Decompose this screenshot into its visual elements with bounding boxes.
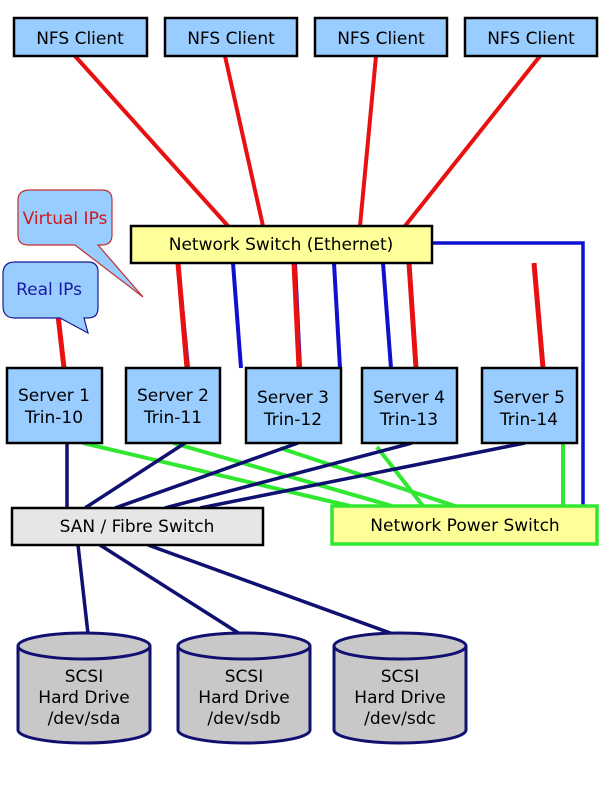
client-link-4 xyxy=(403,54,542,228)
svg-text:Trin-13: Trin-13 xyxy=(379,410,438,430)
virtual-ips-label: Virtual IPs xyxy=(23,209,108,229)
hard-drive-3: SCSI Hard Drive /dev/sdc xyxy=(332,631,468,745)
client-link-3 xyxy=(358,55,378,227)
network-power-switch: Network Power Switch xyxy=(330,504,599,546)
svg-text:Trin-12: Trin-12 xyxy=(263,410,322,430)
svg-text:Server 3: Server 3 xyxy=(257,388,329,408)
svg-text:Server 5: Server 5 xyxy=(493,388,565,408)
svg-text:SAN / Fibre Switch: SAN / Fibre Switch xyxy=(60,517,215,537)
server-1: Server 1Trin-10 xyxy=(5,366,104,445)
real-ip-link-4 xyxy=(332,262,342,369)
power-link-4 xyxy=(375,445,425,508)
nfs-client-4: NFS Client xyxy=(463,16,599,58)
svg-text:Hard Drive: Hard Drive xyxy=(198,688,289,708)
connections xyxy=(49,54,585,636)
virtual-ip-link-3 xyxy=(291,262,302,369)
svg-text:NFS Client: NFS Client xyxy=(187,29,275,49)
hard-drive-1: SCSI Hard Drive /dev/sda xyxy=(16,631,152,745)
svg-text:Network Power Switch: Network Power Switch xyxy=(370,516,559,536)
svg-text:NFS Client: NFS Client xyxy=(487,29,575,49)
svg-text:/dev/sda: /dev/sda xyxy=(48,709,121,729)
server-5: Server 5Trin-14 xyxy=(480,366,579,445)
virtual-ip-link-5 xyxy=(531,262,546,369)
svg-text:Hard Drive: Hard Drive xyxy=(354,688,445,708)
power-link-1 xyxy=(82,441,351,508)
drive-link-3 xyxy=(147,543,394,636)
real-ip-link-5 xyxy=(381,262,393,369)
svg-text:Trin-14: Trin-14 xyxy=(499,410,558,430)
svg-text:Trin-10: Trin-10 xyxy=(24,408,83,428)
drives: SCSI Hard Drive /dev/sda SCSI Hard Drive… xyxy=(16,631,468,745)
svg-text:Trin-11: Trin-11 xyxy=(143,408,202,428)
server-3: Server 3Trin-12 xyxy=(244,366,343,445)
svg-text:Server 1: Server 1 xyxy=(18,386,90,406)
svg-text:Network Switch (Ethernet): Network Switch (Ethernet) xyxy=(169,235,394,255)
server-4: Server 4Trin-13 xyxy=(360,366,459,445)
hard-drive-2: SCSI Hard Drive /dev/sdb xyxy=(176,631,312,745)
svg-text:Server 4: Server 4 xyxy=(373,388,445,408)
server-2: Server 2Trin-11 xyxy=(124,366,222,445)
client-link-2 xyxy=(223,55,265,227)
real-ip-link-2 xyxy=(231,262,243,369)
svg-text:NFS Client: NFS Client xyxy=(36,29,124,49)
real-ips-label: Real IPs xyxy=(16,280,82,300)
virtual-ip-link-2 xyxy=(175,262,190,369)
virtual-ip-link-4 xyxy=(406,262,419,369)
nfs-client-3: NFS Client xyxy=(313,16,449,58)
svg-text:SCSI: SCSI xyxy=(381,667,419,687)
fibre-link-2 xyxy=(84,441,186,510)
svg-text:SCSI: SCSI xyxy=(225,667,263,687)
svg-text:Hard Drive: Hard Drive xyxy=(38,688,129,708)
svg-text:SCSI: SCSI xyxy=(65,667,103,687)
drive-link-2 xyxy=(99,543,241,636)
svg-text:/dev/sdb: /dev/sdb xyxy=(207,709,280,729)
network-switch: Network Switch (Ethernet) xyxy=(129,224,434,265)
nfs-client-1: NFS Client xyxy=(12,16,149,58)
drive-link-1 xyxy=(76,544,90,635)
san-fibre-switch: SAN / Fibre Switch xyxy=(10,506,265,547)
cluster-diagram: Virtual IPs Real IPs NFS Client NFS Clie… xyxy=(2,16,599,745)
nfs-client-2: NFS Client xyxy=(163,16,299,58)
svg-text:NFS Client: NFS Client xyxy=(337,29,425,49)
svg-text:/dev/sdc: /dev/sdc xyxy=(364,709,436,729)
svg-text:Server 2: Server 2 xyxy=(137,386,209,406)
